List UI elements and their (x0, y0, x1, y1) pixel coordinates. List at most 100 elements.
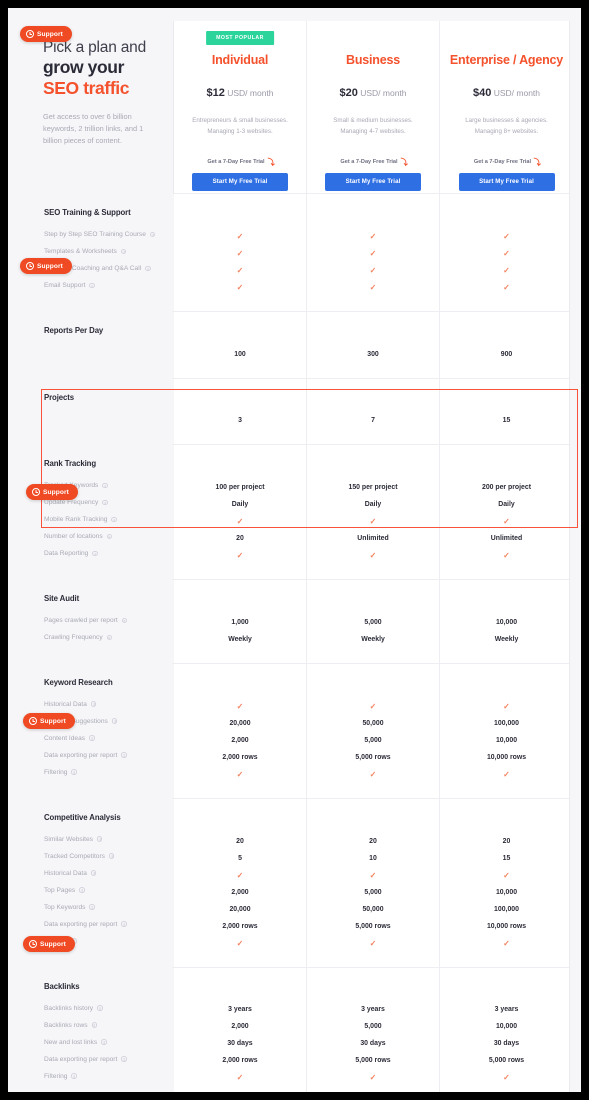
check-icon: ✓ (236, 231, 244, 241)
info-icon[interactable] (92, 550, 98, 557)
check-icon: ✓ (503, 517, 510, 527)
info-icon[interactable] (106, 533, 113, 540)
info-icon[interactable] (102, 499, 108, 506)
feature-label-row: Step by Step SEO Training Course (44, 230, 164, 245)
support-button[interactable]: Support (23, 936, 75, 952)
check-icon: ✓ (236, 282, 244, 292)
feature-value: 20 (502, 837, 511, 845)
info-icon[interactable] (90, 870, 97, 876)
info-icon[interactable] (111, 718, 118, 724)
info-icon[interactable] (145, 265, 151, 271)
plan-desc-line-1: Large businesses & agencies. (465, 117, 548, 124)
info-icon[interactable] (149, 231, 156, 237)
feature-label: Email Support (44, 282, 86, 289)
feature-label: Backlinks history (44, 1004, 94, 1012)
check-icon: ✓ (369, 248, 377, 258)
plan-description: Entrepreneurs & small businesses. Managin… (174, 116, 306, 137)
check-icon: ✓ (503, 282, 510, 292)
info-icon[interactable] (71, 769, 77, 775)
plan-values-column: 5,000 Weekly (307, 580, 440, 663)
start-trial-button[interactable]: Start My Free Trial (325, 173, 421, 192)
info-icon[interactable] (108, 853, 115, 859)
info-icon[interactable] (89, 735, 95, 741)
intro-body: Get access to over 6 billion keywords, 2… (43, 111, 144, 145)
feature-section: SEO Training & Support Step by Step SEO T… (36, 193, 569, 311)
info-icon[interactable] (91, 1022, 98, 1028)
feature-value: 20 (236, 535, 244, 543)
feature-label-row: Top Pages (44, 886, 164, 901)
plan-column: Business $20 USD/ month Small & medium bus… (307, 21, 440, 193)
check-icon: ✓ (369, 231, 377, 241)
feature-value: 10,000 rows (486, 753, 527, 761)
info-icon[interactable] (106, 634, 113, 641)
feature-value: 3 years (494, 1006, 519, 1014)
check-icon: ✓ (503, 265, 510, 275)
help-circle-icon (29, 940, 37, 948)
check-icon: ✓ (503, 769, 510, 779)
plan-desc-line-1: Small & medium businesses. (333, 117, 413, 124)
info-icon[interactable] (101, 1039, 107, 1045)
plan-price-amount: $12 (206, 87, 225, 99)
info-icon[interactable] (79, 887, 85, 893)
info-icon[interactable] (120, 248, 127, 254)
info-icon[interactable] (121, 752, 127, 758)
info-icon[interactable] (89, 904, 95, 910)
support-button[interactable]: Support (20, 26, 72, 42)
feature-label-row: Filtering (44, 1072, 164, 1087)
check-icon: ✓ (369, 870, 377, 880)
plan-values-column: 7 (307, 378, 440, 445)
check-icon: ✓ (369, 1073, 377, 1083)
plan-values-column: 3 years 5,000 30 days 5,000 rows ✓ (307, 967, 440, 1092)
support-button[interactable]: Support (20, 258, 72, 274)
plan-desc-line-2: Managing 1-3 websites. (207, 127, 273, 135)
plan-values-column: 20 5 ✓ 2,000 20,000 2,000 rows ✓ (174, 798, 307, 967)
plan-price: $20 USD/ month (307, 87, 439, 99)
check-icon: ✓ (236, 248, 244, 258)
plan-values-column: 900 (440, 312, 573, 378)
support-button[interactable]: Support (26, 484, 78, 500)
info-icon[interactable] (96, 836, 103, 842)
plan-price-suffix: USD/ month (360, 88, 407, 98)
info-icon[interactable] (111, 516, 117, 523)
info-icon[interactable] (90, 701, 97, 707)
info-icon[interactable] (121, 921, 127, 927)
help-circle-icon (29, 717, 37, 725)
trial-line: Get a 7-Day Free Trial⤵ (474, 155, 542, 168)
feature-value: 20 (236, 837, 244, 845)
info-icon[interactable] (121, 1056, 127, 1062)
feature-label: Pages crawled per report (44, 617, 118, 625)
help-circle-icon (32, 488, 40, 496)
info-icon[interactable] (97, 1005, 103, 1011)
plan-price: $12 USD/ month (174, 87, 306, 99)
feature-value: 7 (371, 417, 375, 425)
check-icon: ✓ (369, 517, 377, 527)
feature-value: Unlimited (490, 535, 523, 543)
info-icon[interactable] (102, 482, 108, 489)
plan-desc-line-1: Entrepreneurs & small businesses. (192, 117, 288, 124)
feature-section: Site Audit Pages crawled per report Crawli… (36, 579, 569, 663)
support-button[interactable]: Support (23, 713, 75, 729)
start-trial-button[interactable]: Start My Free Trial (192, 173, 288, 192)
start-trial-button[interactable]: Start My Free Trial (458, 173, 555, 192)
trial-text: Get a 7-Day Free Trial (207, 159, 265, 166)
feature-value: 10,000 (495, 1023, 518, 1031)
info-icon[interactable] (89, 282, 95, 288)
feature-value: 100,000 (494, 719, 519, 727)
info-icon[interactable] (121, 617, 128, 624)
plan-price-amount: $20 (339, 87, 358, 99)
info-icon[interactable] (71, 1073, 77, 1079)
plan-values-column: ✓ ✓ ✓ ✓ (440, 194, 573, 311)
feature-label-row: Data Reporting (44, 549, 164, 564)
intro-panel: Pick a plan and grow your SEO traffic Ge… (35, 21, 173, 163)
feature-value: 5,000 (364, 736, 382, 744)
help-circle-icon (26, 30, 34, 38)
feature-value: Weekly (228, 635, 252, 643)
plan-values-column: 100 per project Daily ✓ 20 ✓ (174, 445, 307, 580)
check-icon: ✓ (369, 701, 377, 711)
check-icon: ✓ (369, 282, 377, 292)
check-icon: ✓ (236, 265, 244, 275)
feature-value: 5,000 rows (355, 1057, 391, 1065)
